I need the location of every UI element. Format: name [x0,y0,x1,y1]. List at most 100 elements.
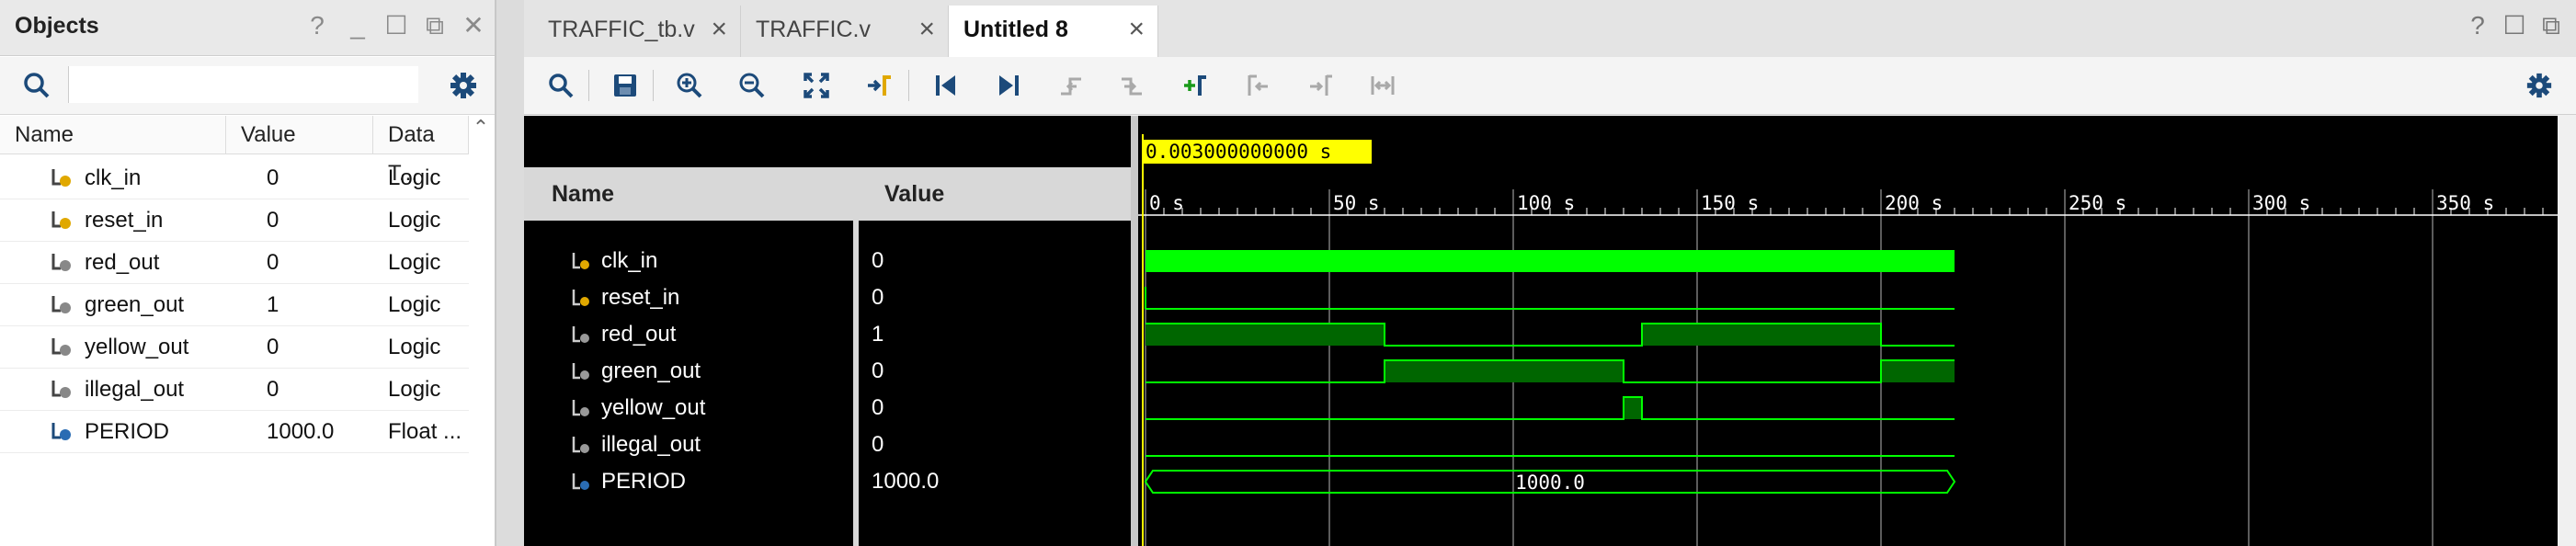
close-tab-icon[interactable]: × [1128,6,1145,53]
close-icon[interactable]: ✕ [458,11,489,40]
signal-value: 0 [872,248,884,273]
table-row[interactable]: clk_in 0 Logic [0,156,469,199]
object-value: 1 [267,292,279,317]
gear-icon[interactable] [443,65,484,106]
waveform-window: TRAFFIC_tb.v × TRAFFIC.v × Untitled 8 × ? ☐… [524,0,2576,546]
object-type: Logic [388,377,441,402]
signal-name: PERIOD [601,469,687,494]
object-value: 1000.0 [267,419,335,444]
yellow-out-trace [1146,396,1955,420]
object-type: Logic [388,292,441,317]
signal-row[interactable]: PERIOD 1000.0 [524,463,1131,500]
waveform-toolbar [524,57,2576,115]
waveform-canvas[interactable]: 0 s 50 s 100 s 150 s 200 s 250 s 300 s 350 s 10… [1138,116,2558,546]
cursor-time-label: 0.003000000000 s [1146,141,1331,163]
help-icon[interactable]: ? [302,11,333,40]
objects-title-bar: Objects ? _ ☐ ⧉ ✕ [0,0,495,56]
object-name: green_out [85,292,185,317]
zoom-in-icon[interactable] [669,65,710,106]
maximize-icon[interactable]: ☐ [2499,11,2530,40]
table-row[interactable]: red_out 0 Logic [0,241,469,284]
go-to-cursor-icon[interactable] [859,65,899,106]
output-signal-icon [51,254,71,271]
object-value: 0 [267,335,279,359]
help-icon[interactable]: ? [2462,11,2493,40]
tab-label: TRAFFIC.v [756,17,871,42]
table-row[interactable]: PERIOD 1000.0 Float ... [0,410,469,453]
next-marker-icon[interactable] [1300,65,1340,106]
object-name: PERIOD [85,419,170,444]
zoom-out-icon[interactable] [732,65,772,106]
signal-row[interactable]: yellow_out 0 [524,390,1131,427]
minimize-icon[interactable]: _ [342,11,373,40]
col-header-name[interactable]: Name [0,116,226,154]
previous-transition-icon[interactable] [1052,65,1092,106]
object-name: yellow_out [85,335,189,359]
go-to-time-0-icon[interactable] [925,65,965,106]
save-icon[interactable] [605,65,645,106]
signal-row[interactable]: clk_in 0 [524,243,1131,279]
tab-traffic-tb[interactable]: TRAFFIC_tb.v × [533,6,741,57]
zoom-fit-icon[interactable] [796,65,837,106]
maximize-icon[interactable]: ☐ [381,11,412,40]
close-tab-icon[interactable]: × [918,6,935,53]
signal-row[interactable]: red_out 1 [524,316,1131,353]
object-type: Logic [388,250,441,275]
table-row[interactable]: green_out 1 Logic [0,283,469,326]
table-row[interactable]: yellow_out 0 Logic [0,325,469,369]
signal-icon [572,290,589,306]
signal-row[interactable]: green_out 0 [524,353,1131,390]
pane-splitter[interactable] [1131,116,1138,546]
period-bus-label: 1000.0 [1515,472,1585,494]
object-type: Logic [388,165,441,190]
object-name: clk_in [85,165,142,190]
float-icon[interactable]: ⧉ [419,11,450,40]
col-header-data-type[interactable]: Data T... [373,116,469,186]
next-transition-icon[interactable] [1112,65,1153,106]
col-header-value[interactable]: Value [884,167,944,221]
vertical-scrollbar[interactable] [2558,116,2576,546]
time-tick-label: 0 s [1149,192,1184,214]
float-icon[interactable]: ⧉ [2536,11,2567,40]
objects-panel: Objects ? _ ☐ ⧉ ✕ Name Value Data T... c… [0,0,496,546]
scroll-up-arrow[interactable]: ⌃ [469,116,493,153]
time-tick-label: 200 s [1885,192,1943,214]
objects-search-input[interactable] [68,66,418,103]
search-icon[interactable] [541,65,581,106]
objects-toolbar [0,57,495,115]
col-header-value[interactable]: Value [226,116,373,154]
table-row[interactable]: reset_in 0 Logic [0,199,469,242]
signal-name: clk_in [601,248,658,273]
signal-icon [572,400,589,416]
signal-name: red_out [601,322,677,347]
tab-traffic[interactable]: TRAFFIC.v × [741,6,949,57]
red-out-trace-high-fill [1146,324,1385,346]
waveform-plot[interactable]: 0 s 50 s 100 s 150 s 200 s 250 s 300 s 350 s 10… [1138,116,2558,546]
swap-cursors-icon[interactable] [1362,65,1403,106]
yellow-out-trace-high-fill [1624,397,1642,419]
signal-value: 0 [872,358,884,383]
time-tick-label: 100 s [1517,192,1575,214]
signal-names-pane: Name Value clk_in 0 reset_in 0 red_out 1 green… [524,116,1131,546]
tab-untitled-8[interactable]: Untitled 8 × [949,6,1158,57]
object-name: illegal_out [85,377,185,402]
add-marker-icon[interactable] [1175,65,1215,106]
editor-tab-bar: TRAFFIC_tb.v × TRAFFIC.v × Untitled 8 × ? ☐… [524,0,2576,58]
search-icon[interactable] [17,65,57,106]
table-row[interactable]: illegal_out 0 Logic [0,368,469,411]
col-header-name[interactable]: Name [552,167,614,221]
object-type: Float ... [388,419,462,444]
parameter-icon [572,473,589,490]
signal-row[interactable]: reset_in 0 [524,279,1131,316]
signal-icon [572,363,589,380]
signal-row[interactable]: illegal_out 0 [524,427,1131,463]
tab-label: TRAFFIC_tb.v [548,17,695,42]
signal-value: 0 [872,395,884,420]
object-value: 0 [267,208,279,233]
clk-in-trace [1146,250,1955,272]
go-to-last-time-icon[interactable] [989,65,1030,106]
previous-marker-icon[interactable] [1237,65,1278,106]
object-value: 0 [267,377,279,402]
close-tab-icon[interactable]: × [711,6,727,53]
gear-icon[interactable] [2519,65,2559,106]
